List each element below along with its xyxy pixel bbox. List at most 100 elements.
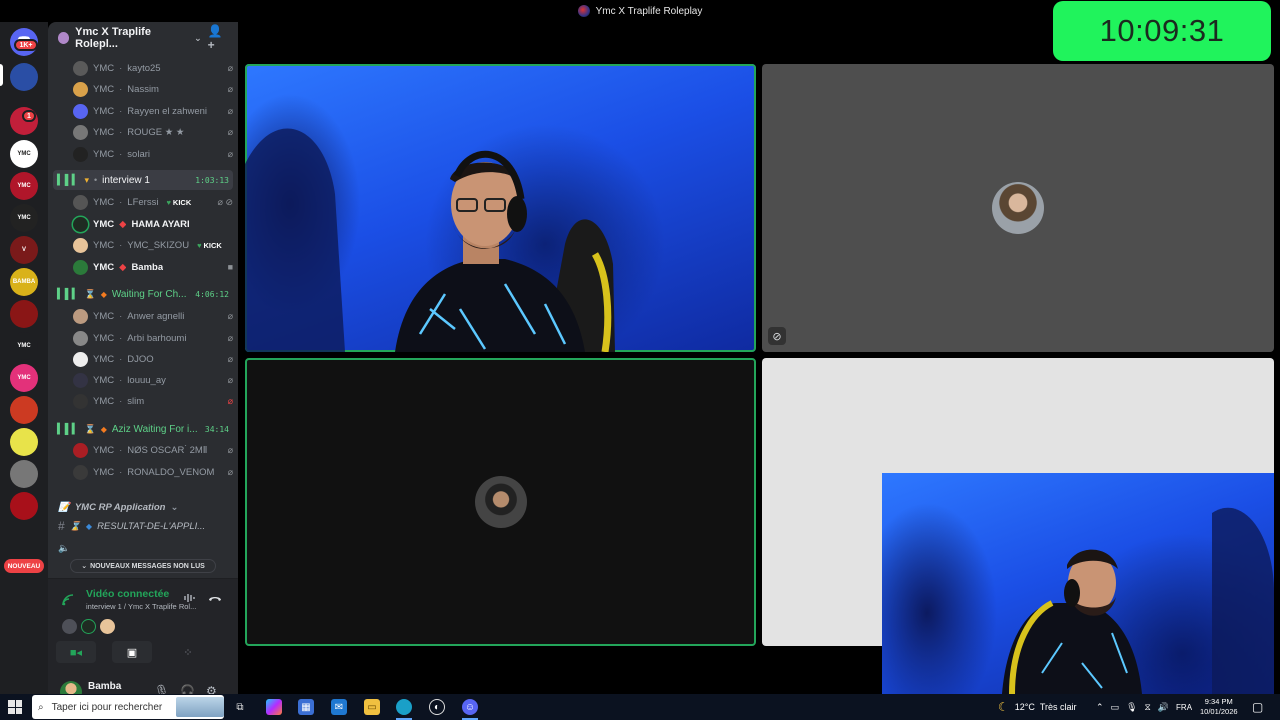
voice-channel[interactable]: ▍▌▍ ⌛ ◆ Waiting For Ch... 4:06:12 [53, 284, 233, 304]
voice-user-row[interactable]: YMC · NØS OSCAR ̀ 2MⅡ ⌀ [73, 440, 233, 460]
user-name: Anwer agnelli [127, 310, 185, 322]
camera-button[interactable]: ■◂ [56, 641, 96, 663]
file-explorer-icon[interactable]: ▭ [364, 699, 380, 715]
voice-user-row[interactable]: YMC · DJOO ⌀ [73, 349, 233, 369]
server-icon[interactable] [10, 492, 38, 520]
username[interactable]: Bamba [88, 681, 121, 692]
voice-user-row[interactable]: YMC ◆ HAMA AYARI [73, 214, 233, 234]
voice-user-row[interactable]: YMC · solari ⌀ [73, 144, 233, 164]
screen-share-button[interactable]: ▣ [112, 641, 152, 663]
voice-user-row[interactable]: YMC · RONALDO_VENOM ⌀ [73, 462, 233, 482]
activities-button[interactable]: ⁘ [168, 641, 208, 663]
voice-user-row[interactable]: YMC · YMC_SKIZOU ♥ KICK [73, 235, 233, 255]
user-name: slim [127, 395, 145, 407]
user-tag: YMC [93, 62, 115, 74]
volume-icon[interactable]: 🔊 [1158, 702, 1169, 713]
mail-icon[interactable]: ✉ [331, 699, 347, 715]
user-tag: YMC [93, 196, 115, 208]
notifications-icon[interactable]: ▢ [1252, 694, 1263, 720]
wifi-icon[interactable]: ⧖ [1145, 702, 1151, 713]
discord-taskbar-icon[interactable]: ☺ [462, 699, 478, 715]
voice-user-row[interactable]: YMC · kayto25 ⌀ [73, 58, 233, 78]
separator-icon: · [119, 148, 123, 160]
signal-icon[interactable] [62, 594, 74, 609]
network-icon[interactable]: ▭ [1111, 702, 1120, 713]
dot-icon: • [94, 175, 98, 185]
category-header[interactable]: 📝 YMC RP Application ⌄ [58, 498, 230, 516]
video-tile-camera[interactable] [245, 64, 756, 352]
guild-icon [58, 32, 70, 44]
muted-icon: ⌀ [227, 395, 233, 406]
participant-avatar[interactable] [62, 619, 77, 634]
user-name: LFerssi [127, 196, 159, 208]
chevron-up-icon[interactable]: ⌃ [1096, 702, 1104, 713]
muted-icon: ⌀ [227, 353, 233, 364]
server-icon[interactable] [10, 460, 38, 488]
server-icon[interactable] [10, 428, 38, 456]
unread-badge: 1 [22, 110, 36, 122]
voice-channel[interactable]: ▍▌▍ ▾ • interview 1 1:03:13 [53, 170, 233, 190]
muted-icon: ⌀ [227, 444, 233, 455]
obs-icon[interactable]: ◐ [429, 699, 445, 715]
voice-user-row[interactable]: YMC · Rayyen el zahweni ⌀ [73, 101, 233, 121]
server-icon[interactable] [10, 396, 38, 424]
voice-user-row[interactable]: YMC · ROUGE ★ ★ ⌀ [73, 122, 233, 142]
user-tag: YMC [93, 126, 115, 138]
taskbar-clock[interactable]: 9:34 PM 10/01/2026 [1200, 694, 1238, 720]
participant-avatar[interactable] [81, 619, 96, 634]
user-avatar [73, 103, 88, 119]
task-view-icon[interactable]: ⧉ [232, 699, 248, 715]
text-channel-resultat[interactable]: # ⌛ ◆ RESULTAT-DE-L'APPLI... [58, 517, 230, 535]
chevron-down-icon[interactable]: ⌄ [194, 33, 202, 44]
language-indicator[interactable]: FRA [1176, 703, 1192, 712]
user-avatar [73, 308, 88, 324]
server-icon[interactable]: BAMBA [10, 268, 38, 296]
user-tag: YMC [93, 105, 115, 117]
user-tag: YMC [93, 218, 115, 230]
voice-user-row[interactable]: YMC · Anwer agnelli ⌀ [73, 306, 233, 326]
new-label-badge[interactable]: NOUVEAU [4, 559, 44, 573]
guild-header[interactable]: Ymc X Traplife Rolepl... ⌄ 👤+ [48, 22, 238, 54]
muted-icon: ⌀ [227, 105, 233, 116]
voice-user-row[interactable]: YMC ◆ Bamba ■ [73, 257, 233, 277]
noise-suppression-icon[interactable] [184, 593, 196, 606]
server-icon[interactable]: YMC [10, 172, 38, 200]
server-icon[interactable]: YMC [10, 364, 38, 392]
voice-user-row[interactable]: YMC · LFerssi ♥ KICK ⌀ ⊘ [73, 192, 233, 212]
weather-widget[interactable]: ☾ 12°C Très clair [998, 694, 1077, 720]
user-name: Bamba [131, 261, 164, 273]
windows-start-icon[interactable] [8, 700, 22, 714]
search-icon: ⌕ [38, 701, 44, 713]
server-icon[interactable]: YMC [10, 204, 38, 232]
invite-people-icon[interactable]: 👤+ [208, 24, 228, 52]
voice-user-row[interactable]: YMC · slim ⌀ [73, 391, 233, 411]
server-icon[interactable] [10, 63, 38, 91]
copilot-icon[interactable] [266, 699, 282, 715]
participant-avatar[interactable] [100, 619, 115, 634]
video-camera-icon: ■◂ [69, 646, 83, 659]
microphone-icon[interactable]: 🎙 [1126, 702, 1137, 713]
video-tile-avatar-user[interactable]: ⊘ [762, 64, 1274, 352]
search-placeholder: Taper ici pour rechercher [51, 701, 163, 713]
user-name: Arbi barhoumi [127, 332, 187, 344]
voice-channel-collapsed[interactable]: 🔈 [58, 539, 230, 557]
voice-user-row[interactable]: YMC · Nassim ⌀ [73, 79, 233, 99]
video-tile-avatar-speaking[interactable] [245, 358, 756, 646]
user-avatar [73, 194, 88, 210]
separator-icon: · [119, 444, 123, 456]
server-icon[interactable]: YMC [10, 332, 38, 360]
store-icon[interactable]: ▦ [298, 699, 314, 715]
voice-user-row[interactable]: YMC · louuu_ay ⌀ [73, 370, 233, 390]
server-icon[interactable] [10, 300, 38, 328]
taskbar-search-box[interactable]: ⌕ Taper ici pour rechercher [32, 695, 224, 719]
edge-browser-icon[interactable] [396, 699, 412, 715]
voice-user-row[interactable]: YMC · Arbi barhoumi ⌀ [73, 328, 233, 348]
server-icon[interactable]: YMC [10, 140, 38, 168]
voice-status[interactable]: Vidéo connectée [86, 588, 169, 600]
channel-timer: 1:03:13 [195, 175, 229, 185]
disconnect-icon[interactable] [208, 593, 222, 605]
server-icon[interactable]: V [10, 236, 38, 264]
heart-icon: ♥ [197, 240, 202, 250]
new-unread-messages-pill[interactable]: ⌄ NOUVEAUX MESSAGES NON LUS [70, 559, 216, 573]
voice-channel[interactable]: ▍▌▍ ⌛ ◆ Aziz Waiting For i... 34:14 [53, 419, 233, 439]
